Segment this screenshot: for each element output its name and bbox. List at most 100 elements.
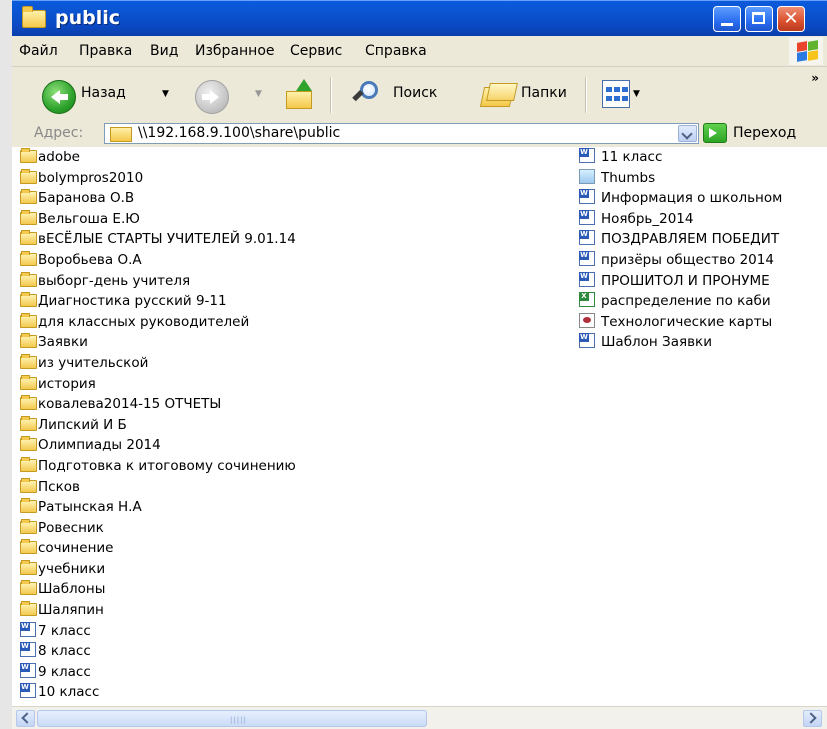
file-name: Ноябрь_2014 xyxy=(601,210,694,227)
folder-icon xyxy=(20,456,37,472)
word-document-icon: W xyxy=(579,209,595,225)
folder-icon xyxy=(20,559,37,575)
word-document-icon: W xyxy=(579,333,595,349)
search-label[interactable]: Поиск xyxy=(393,85,437,101)
file-name: Технологические карты xyxy=(601,313,773,330)
folder-icon xyxy=(20,209,37,225)
title-bar[interactable]: public ✕ xyxy=(12,0,827,37)
menu-tools[interactable]: Сервис xyxy=(290,43,342,59)
menu-bar: Файл Правка Вид Избранное Сервис Справка xyxy=(12,36,827,67)
folder-icon xyxy=(20,333,37,349)
menu-edit[interactable]: Правка xyxy=(79,43,132,59)
file-name: Ровесник xyxy=(38,519,104,536)
back-dropdown-icon[interactable]: ▼ xyxy=(162,89,169,99)
file-name: призёры общество 2014 xyxy=(601,251,774,268)
views-dropdown-icon[interactable]: ▼ xyxy=(633,89,640,99)
file-name: bolympros2010 xyxy=(38,169,144,186)
file-name: история xyxy=(38,375,96,392)
folder-icon xyxy=(20,601,37,617)
file-name: Шаблон Заявки xyxy=(601,334,712,351)
file-name: Псков xyxy=(38,478,80,495)
database-file-icon xyxy=(579,312,595,328)
go-button[interactable]: Переход xyxy=(733,125,796,141)
file-name: Диагностика русский 9-11 xyxy=(38,293,227,310)
toolbar-more-chevron-icon[interactable]: » xyxy=(811,71,819,85)
file-name: Подготовка к итоговому сочинению xyxy=(38,457,296,474)
file-name: вЕСЁЛЫЕ СТАРТЫ УЧИТЕЛЕЙ 9.01.14 xyxy=(38,231,296,248)
folder-icon xyxy=(20,415,37,431)
file-name: Воробьева О.А xyxy=(38,251,142,268)
maximize-icon xyxy=(752,12,765,24)
address-bar: Адрес: \\192.168.9.100\share\public Пере… xyxy=(12,122,827,148)
scroll-right-icon[interactable] xyxy=(803,710,822,727)
window-title: public xyxy=(55,7,121,29)
file-name: Липский И Б xyxy=(38,416,127,433)
address-path[interactable]: \\192.168.9.100\share\public xyxy=(138,125,340,141)
address-dropdown-icon[interactable] xyxy=(678,125,697,142)
file-name: сочинение xyxy=(38,540,114,557)
file-name: Олимпиады 2014 xyxy=(38,437,161,454)
file-name: учебники xyxy=(38,560,106,577)
folder-icon xyxy=(20,436,37,452)
word-document-icon: W xyxy=(20,642,36,658)
go-arrow-icon[interactable] xyxy=(703,123,727,143)
file-name: 9 класс xyxy=(38,663,91,680)
word-document-icon: W xyxy=(579,189,595,205)
word-document-icon: W xyxy=(20,621,36,637)
forward-button[interactable] xyxy=(195,80,229,114)
excel-document-icon: X xyxy=(579,292,595,308)
folders-label[interactable]: Папки xyxy=(521,85,567,101)
minimize-button[interactable] xyxy=(713,6,741,32)
file-name: ПРОШИТОЛ И ПРОНУМЕ xyxy=(601,272,770,289)
maximize-button[interactable] xyxy=(745,6,773,32)
views-icon[interactable] xyxy=(602,80,630,108)
address-input[interactable]: \\192.168.9.100\share\public xyxy=(104,123,699,144)
explorer-window: public ✕ Файл Правка Вид Избранное Серви… xyxy=(0,0,827,729)
menu-favorites[interactable]: Избранное xyxy=(195,43,275,59)
menu-file[interactable]: Файл xyxy=(19,43,58,59)
folder-icon xyxy=(20,477,37,493)
close-button[interactable]: ✕ xyxy=(777,6,805,32)
scroll-left-icon[interactable] xyxy=(16,710,35,727)
forward-dropdown-icon[interactable]: ▼ xyxy=(255,89,262,99)
folder-icon xyxy=(22,6,46,28)
minimize-icon xyxy=(721,23,733,26)
up-folder-icon[interactable] xyxy=(286,79,314,109)
search-icon[interactable] xyxy=(352,81,380,107)
word-document-icon: W xyxy=(579,230,595,246)
file-name: Заявки xyxy=(38,334,88,351)
file-name: Thumbs xyxy=(601,169,656,186)
folder-icon xyxy=(110,127,132,142)
address-label: Адрес: xyxy=(34,125,84,141)
file-name: 10 класс xyxy=(38,684,100,701)
file-list[interactable]: adobe bolympros2010 Баранова О.В Вельгоша Е… xyxy=(12,147,827,706)
file-name: для классных руководителей xyxy=(38,313,250,330)
horizontal-scrollbar[interactable]: ||||| xyxy=(12,706,827,729)
word-document-icon: W xyxy=(579,271,595,287)
folder-icon xyxy=(20,250,37,266)
file-name: из учительской xyxy=(38,354,149,371)
folder-icon xyxy=(20,292,37,308)
back-arrow-icon xyxy=(51,90,68,104)
scrollbar-thumb[interactable]: ||||| xyxy=(37,710,427,727)
toolbar-separator xyxy=(585,77,587,113)
file-name: Баранова О.В xyxy=(38,190,135,207)
folders-icon[interactable] xyxy=(479,81,518,107)
image-file-icon xyxy=(579,168,595,184)
file-name: Информация о школьном xyxy=(601,190,783,207)
folder-icon xyxy=(20,395,37,411)
file-name: Шаблоны xyxy=(38,581,106,598)
toolbar: Назад ▼ ▼ Поиск Папки ▼ » xyxy=(12,67,827,123)
back-button[interactable] xyxy=(42,80,76,114)
file-name: Ратынская Н.А xyxy=(38,499,142,516)
menu-help[interactable]: Справка xyxy=(365,43,427,59)
folder-icon xyxy=(20,189,37,205)
file-name: ковалева2014-15 ОТЧЕТЫ xyxy=(38,396,222,413)
file-name: 11 класс xyxy=(601,149,663,165)
word-document-icon: W xyxy=(579,250,595,266)
folder-icon xyxy=(20,230,37,246)
file-name: Шаляпин xyxy=(38,602,104,619)
file-name: Вельгоша Е.Ю xyxy=(38,210,140,227)
menu-view[interactable]: Вид xyxy=(150,43,178,59)
back-label[interactable]: Назад xyxy=(81,85,126,101)
